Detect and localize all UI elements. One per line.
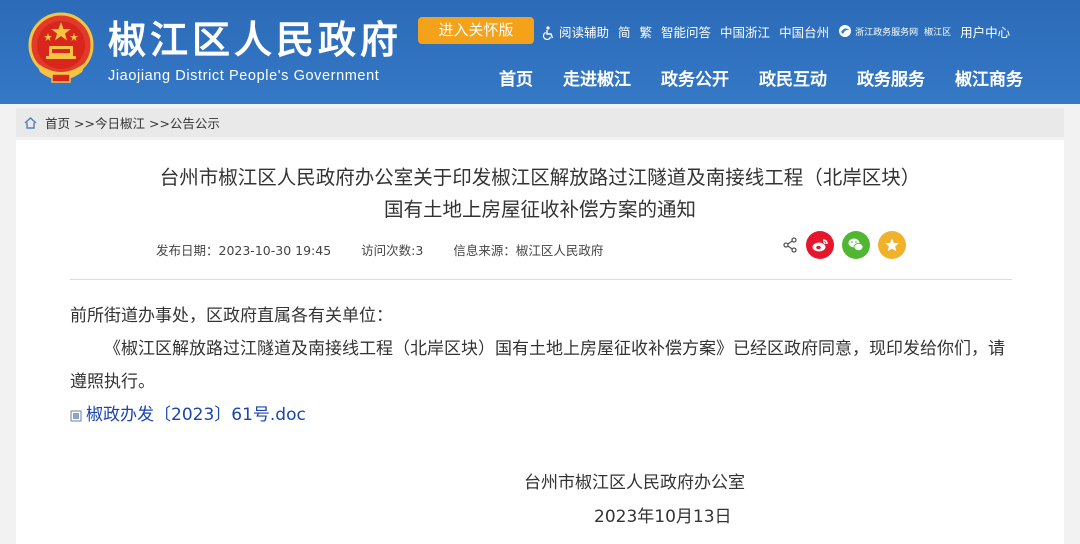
nav-interaction[interactable]: 政民互动 [744, 66, 842, 94]
article-title: 台州市椒江区人民政府办公室关于印发椒江区解放路过江隧道及南接线工程（北岸区块） … [16, 162, 1064, 226]
article-title-line1: 台州市椒江区人民政府办公室关于印发椒江区解放路过江隧道及南接线工程（北岸区块） [159, 166, 921, 189]
document-icon [70, 410, 82, 421]
main-nav: 首页 走进椒江 政务公开 政民互动 政务服务 椒江商务 [484, 66, 1038, 94]
body-paragraph: 《椒江区解放路过江隧道及南接线工程（北岸区块）国有土地上房屋征收补偿方案》已经区… [70, 339, 1005, 392]
zhejiang-service-logo-icon [839, 25, 852, 37]
nav-home[interactable]: 首页 [484, 66, 548, 94]
china-zhejiang-link[interactable]: 中国浙江 [720, 22, 770, 41]
attachment-link[interactable]: 椒政办发〔2023〕61号.doc [86, 399, 306, 432]
article-meta: 发布日期：2023-10-30 19:45 访问次数:3 信息来源：椒江区人民政… [156, 240, 603, 259]
simplified-chinese-link[interactable]: 简 [618, 22, 631, 41]
user-center-link[interactable]: 用户中心 [960, 22, 1010, 41]
wechat-share-button[interactable] [842, 231, 870, 259]
breadcrumb: 首页 >>今日椒江 >>公告公示 [16, 108, 1064, 137]
favorite-button[interactable] [878, 231, 906, 259]
info-source: 信息来源：椒江区人民政府 [453, 243, 604, 258]
breadcrumb-announcements[interactable]: >>公告公示 [149, 113, 220, 132]
home-icon [24, 116, 37, 129]
weibo-icon [812, 239, 828, 252]
meta-divider [70, 279, 1012, 280]
signature-date: 2023年10月13日 [594, 507, 732, 527]
nav-gov-services[interactable]: 政务服务 [842, 66, 940, 94]
service-logo-sub: 椒江区 [924, 27, 952, 38]
care-mode-button[interactable]: 进入关怀版 [418, 17, 534, 44]
share-bar [782, 231, 906, 259]
visit-count: 访问次数:3 [361, 243, 424, 258]
publish-date: 发布日期：2023-10-30 19:45 [156, 243, 332, 258]
service-logo-text: 浙江政务服务网 [855, 27, 919, 38]
national-emblem-logo[interactable] [28, 12, 94, 86]
zhejiang-service-link[interactable]: 浙江政务服务网 椒江区 [838, 24, 951, 38]
signature-org: 台州市椒江区人民政府办公室 [524, 473, 745, 493]
china-taizhou-link[interactable]: 中国台州 [779, 22, 829, 41]
favorite-icon [885, 238, 899, 252]
share-icon[interactable] [782, 237, 798, 253]
breadcrumb-today-jiaojiang[interactable]: >>今日椒江 [74, 113, 145, 132]
accessibility-icon [542, 26, 554, 40]
attachment-row: 椒政办发〔2023〕61号.doc [70, 399, 1012, 432]
smart-qa-link[interactable]: 智能问答 [661, 22, 711, 41]
site-title[interactable]: 椒江区人民政府 [108, 18, 402, 62]
article-title-line2: 国有土地上房屋征收补偿方案的通知 [383, 198, 696, 221]
nav-gov-disclosure[interactable]: 政务公开 [646, 66, 744, 94]
site-subtitle: Jiaojiang District People's Government [108, 68, 380, 84]
breadcrumb-home[interactable]: 首页 [45, 113, 70, 132]
utility-bar: 阅读辅助 简 繁 智能问答 中国浙江 中国台州 浙江政务服务网 椒江区 用户中心 [542, 20, 1010, 42]
nav-commerce[interactable]: 椒江商务 [940, 66, 1038, 94]
traditional-chinese-link[interactable]: 繁 [640, 22, 653, 41]
site-header: 椒江区人民政府 Jiaojiang District People's Gove… [0, 0, 1080, 104]
article-card: 台州市椒江区人民政府办公室关于印发椒江区解放路过江隧道及南接线工程（北岸区块） … [16, 140, 1064, 544]
weibo-share-button[interactable] [806, 231, 834, 259]
reading-aid-link[interactable]: 阅读辅助 [542, 22, 609, 41]
reading-aid-label: 阅读辅助 [558, 24, 609, 40]
wechat-icon [848, 238, 864, 251]
nav-about-jiaojiang[interactable]: 走进椒江 [548, 66, 646, 94]
article-body: 前所街道办事处，区政府直属各有关单位： 《椒江区解放路过江隧道及南接线工程（北岸… [70, 300, 1012, 432]
salutation: 前所街道办事处，区政府直属各有关单位： [70, 306, 393, 326]
